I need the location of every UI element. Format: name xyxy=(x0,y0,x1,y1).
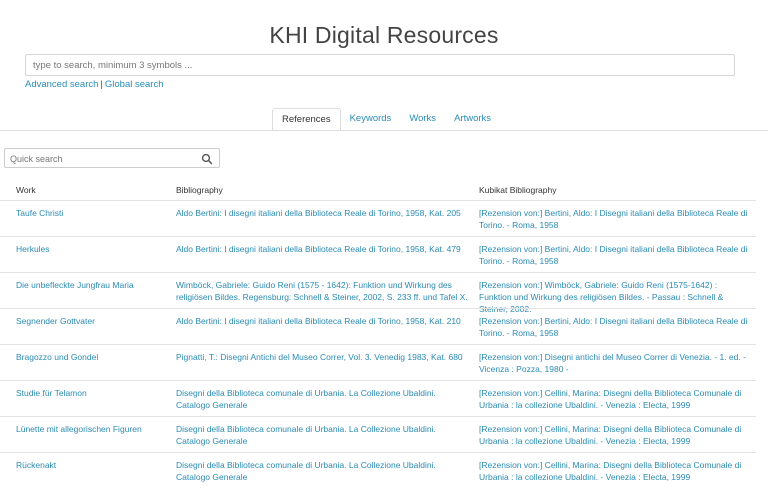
advanced-search-link[interactable]: Advanced search xyxy=(25,79,98,90)
table-row: Herkules Aldo Bertini: I disegni italian… xyxy=(0,236,756,272)
bibliography-link[interactable]: Disegni della Biblioteca comunale di Urb… xyxy=(176,387,468,411)
work-link[interactable]: Studie für Telamon xyxy=(16,387,166,399)
table-row: Rückenakt Disegni della Biblioteca comun… xyxy=(0,452,756,488)
global-search-link[interactable]: Global search xyxy=(105,79,164,90)
column-header-bibliography[interactable]: Bibliography xyxy=(176,184,468,196)
work-link[interactable]: Lünette mit allegorischen Figuren xyxy=(16,423,166,435)
column-header-work[interactable]: Work xyxy=(16,184,166,196)
bibliography-link[interactable]: Pignatti, T.: Disegni Antichi del Museo … xyxy=(176,351,468,363)
tab-divider xyxy=(0,130,768,131)
quick-search-input[interactable] xyxy=(5,150,185,168)
kubikat-link[interactable]: [Rezension von:] Cellini, Marina: Disegn… xyxy=(479,387,751,411)
bibliography-link[interactable]: Disegni della Biblioteca comunale di Urb… xyxy=(176,423,468,447)
table-row: Die unbefleckte Jungfrau Maria Wimböck, … xyxy=(0,272,756,314)
work-link[interactable]: Herkules xyxy=(16,243,166,255)
table-row: Lünette mit allegorischen Figuren Disegn… xyxy=(0,416,756,452)
table-row: Taufe Christi Aldo Bertini: I disegni it… xyxy=(0,200,756,236)
kubikat-link[interactable]: [Rezension von:] Disegni antichi del Mus… xyxy=(479,351,751,375)
page-title: KHI Digital Resources xyxy=(269,22,499,48)
table-row: Studie für Telamon Disegni della Bibliot… xyxy=(0,380,756,416)
tab-bar: References Keywords Works Artworks xyxy=(272,108,500,131)
quick-search xyxy=(4,148,220,168)
work-link[interactable]: Bragozzo und Gondel xyxy=(16,351,166,363)
bibliography-link[interactable]: Wimböck, Gabriele: Guido Reni (1575 - 16… xyxy=(176,279,468,303)
work-link[interactable]: Die unbefleckte Jungfrau Maria xyxy=(16,279,166,291)
kubikat-link[interactable]: [Rezension von:] Cellini, Marina: Disegn… xyxy=(479,423,751,447)
table-row: Segnender Gottvater Aldo Bertini: I dise… xyxy=(0,308,756,344)
search-input[interactable] xyxy=(25,54,735,76)
tab-works[interactable]: Works xyxy=(400,108,445,131)
table-header: Work Bibliography Kubikat Bibliography xyxy=(0,176,756,200)
work-link[interactable]: Taufe Christi xyxy=(16,207,166,219)
tab-keywords[interactable]: Keywords xyxy=(341,108,401,131)
references-table: Work Bibliography Kubikat Bibliography T… xyxy=(0,176,756,488)
work-link[interactable]: Segnender Gottvater xyxy=(16,315,166,327)
work-link[interactable]: Rückenakt xyxy=(16,459,166,471)
tab-references[interactable]: References xyxy=(272,108,341,131)
link-separator: | xyxy=(100,79,103,90)
bibliography-link[interactable]: Aldo Bertini: I disegni italiani della B… xyxy=(176,207,468,219)
kubikat-link[interactable]: [Rezension von:] Bertini, Aldo: I Disegn… xyxy=(479,207,751,231)
column-header-kubikat[interactable]: Kubikat Bibliography xyxy=(479,184,751,196)
bibliography-link[interactable]: Disegni della Biblioteca comunale di Urb… xyxy=(176,459,468,483)
kubikat-link[interactable]: [Rezension von:] Bertini, Aldo: I Disegn… xyxy=(479,243,751,267)
table-row: Bragozzo und Gondel Pignatti, T.: Disegn… xyxy=(0,344,756,380)
kubikat-link[interactable]: [Rezension von:] Bertini, Aldo: I Disegn… xyxy=(479,315,751,339)
tab-artworks[interactable]: Artworks xyxy=(445,108,500,131)
bibliography-link[interactable]: Aldo Bertini: I disegni italiani della B… xyxy=(176,315,468,327)
search-links: Advanced search | Global search xyxy=(25,79,164,90)
bibliography-link[interactable]: Aldo Bertini: I disegni italiani della B… xyxy=(176,243,468,255)
kubikat-link[interactable]: [Rezension von:] Cellini, Marina: Disegn… xyxy=(479,459,751,483)
search-icon[interactable] xyxy=(201,152,213,165)
